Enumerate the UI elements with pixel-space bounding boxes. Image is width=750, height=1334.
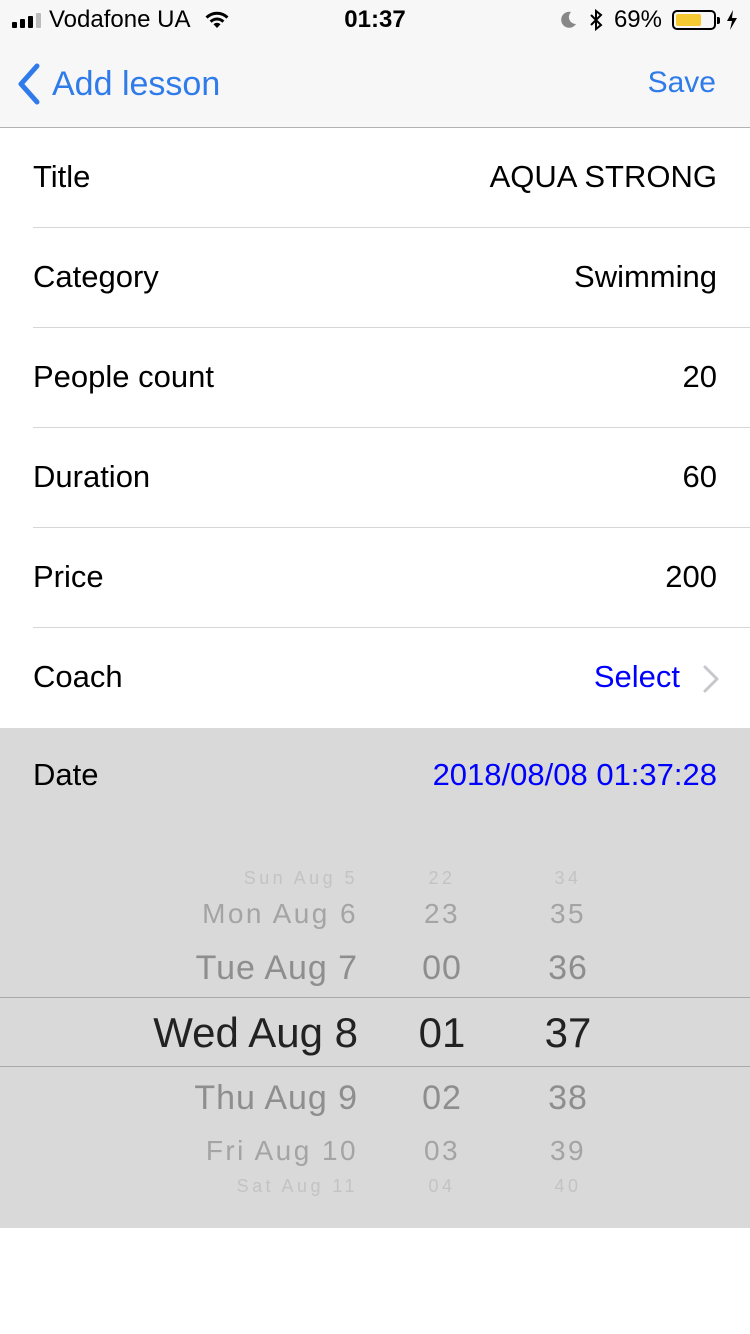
picker-hour-item[interactable]: 01 [382, 1012, 502, 1054]
picker-hour-item[interactable]: 22 [382, 869, 502, 887]
picker-day-item[interactable]: Wed Aug 8 [153, 1012, 358, 1054]
picker-day-item[interactable]: Thu Aug 9 [194, 1081, 358, 1115]
date-label: Date [33, 757, 99, 792]
picker-minute-item[interactable]: 34 [508, 869, 628, 887]
row-value[interactable]: 200 [665, 559, 717, 595]
picker-day-item[interactable]: Sat Aug 11 [237, 1177, 358, 1195]
picker-hour-item[interactable]: 04 [382, 1177, 502, 1195]
duration-row[interactable]: Duration 60 [0, 428, 750, 528]
bluetooth-icon [590, 8, 603, 32]
date-section: Date 2018/08/08 01:37:28 Sun Aug 5 Mon Au… [0, 728, 750, 1228]
picker-hour-item[interactable]: 00 [382, 951, 502, 985]
row-value[interactable]: 20 [683, 359, 717, 395]
picker-hour-item[interactable]: 03 [382, 1137, 502, 1165]
title-row[interactable]: Title AQUA STRONG [0, 128, 750, 228]
date-value[interactable]: 2018/08/08 01:37:28 [433, 757, 717, 793]
price-row[interactable]: Price 200 [0, 528, 750, 628]
picker-hour-item[interactable]: 02 [382, 1081, 502, 1115]
form-list: Title AQUA STRONG Category Swimming Peop… [0, 128, 750, 728]
people-count-row[interactable]: People count 20 [0, 328, 750, 428]
back-button-label: Add lesson [52, 64, 221, 103]
status-bar: Vodafone UA 01:37 69% [0, 0, 750, 40]
row-label: Category [33, 259, 159, 294]
row-label: Coach [33, 659, 123, 694]
moon-icon [561, 11, 576, 28]
row-value[interactable]: 60 [683, 459, 717, 495]
row-label: Title [33, 159, 91, 194]
picker-day-item[interactable]: Tue Aug 7 [196, 951, 358, 985]
bottom-area [0, 1228, 750, 1334]
picker-minute-item[interactable]: 40 [508, 1177, 628, 1195]
picker-minute-item[interactable]: 37 [508, 1012, 628, 1054]
battery-percent: 69% [613, 6, 662, 33]
battery-icon [672, 10, 720, 30]
picker-day-item[interactable]: Sun Aug 5 [244, 869, 358, 887]
picker-minute-item[interactable]: 38 [508, 1081, 628, 1115]
row-label: Price [33, 559, 104, 594]
chevron-right-icon [703, 665, 719, 693]
category-row[interactable]: Category Swimming [0, 228, 750, 328]
status-right: 69% [558, 6, 738, 34]
picker-minute-item[interactable]: 36 [508, 951, 628, 985]
picker-minute-item[interactable]: 39 [508, 1137, 628, 1165]
coach-row[interactable]: Coach Select [0, 628, 750, 728]
row-value[interactable]: Swimming [574, 259, 717, 295]
save-button[interactable]: Save [648, 66, 716, 100]
picker-day-item[interactable]: Fri Aug 10 [206, 1137, 358, 1165]
picker-selection-line-top [0, 997, 750, 998]
chevron-left-icon [18, 63, 40, 105]
charging-icon [727, 10, 737, 30]
picker-hour-item[interactable]: 23 [382, 900, 502, 928]
picker-minute-item[interactable]: 35 [508, 900, 628, 928]
row-label: People count [33, 359, 214, 394]
navigation-bar: Add lesson Save [0, 40, 750, 128]
coach-select-link[interactable]: Select [594, 659, 680, 695]
picker-day-item[interactable]: Mon Aug 6 [202, 900, 358, 928]
row-label: Duration [33, 459, 151, 494]
row-value[interactable]: AQUA STRONG [490, 159, 717, 195]
picker-selection-line-bottom [0, 1066, 750, 1067]
back-button[interactable]: Add lesson [16, 62, 220, 106]
